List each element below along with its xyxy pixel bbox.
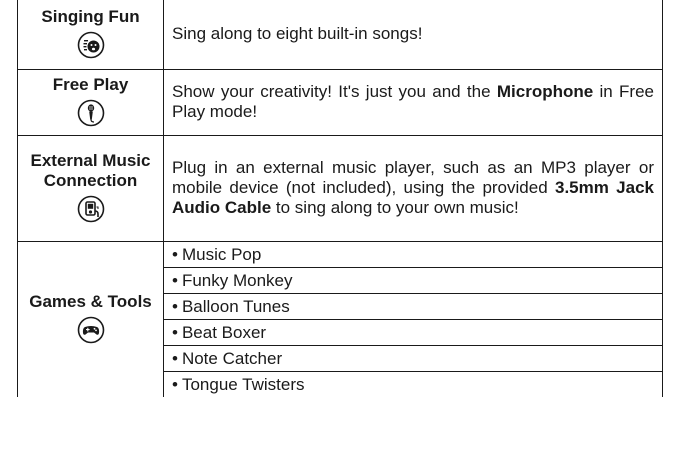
mode-description-cell: Sing along to eight built-in songs! (163, 0, 663, 70)
mode-title: Free Play (52, 75, 129, 94)
list-item-label: Funky Monkey (181, 270, 293, 290)
mode-label-cell: External Music Connection (17, 134, 164, 242)
list-item: • Funky Monkey (164, 268, 662, 294)
mode-description-cell: Show your creativity! It's just you and … (163, 68, 663, 136)
page: Singing Fun Sing along to eight built-in… (0, 0, 674, 462)
mode-title-line: Connection (43, 171, 138, 190)
table-row: Free Play Show your creativity! It's jus… (17, 68, 663, 136)
mode-description: Sing along to eight built-in songs! (172, 24, 423, 44)
bullet: • (172, 270, 178, 290)
description-text: Show your creativity! It's just you and … (172, 82, 497, 101)
microphone-icon (77, 99, 105, 127)
bullet: • (172, 296, 178, 316)
list-item: • Beat Boxer (164, 320, 662, 346)
bullet: • (172, 244, 178, 264)
mode-label-cell: Singing Fun (17, 0, 164, 70)
list-item: • Music Pop (164, 242, 662, 268)
list-item: • Note Catcher (164, 346, 662, 372)
games-list: • Music Pop • Funky Monkey • Balloon Tunes … (164, 242, 662, 397)
list-item-label: Balloon Tunes (181, 296, 290, 316)
music-player-icon (77, 195, 105, 223)
singing-fun-icon (77, 31, 105, 59)
gamepad-icon (77, 316, 105, 344)
bullet: • (172, 348, 178, 368)
list-item-label: Music Pop (181, 244, 262, 264)
list-item-label: Beat Boxer (181, 322, 267, 342)
description-emphasis: Microphone (496, 82, 594, 101)
mode-title: Games & Tools (29, 292, 152, 311)
bullet: • (172, 374, 178, 394)
list-item-label: Tongue Twisters (181, 374, 305, 394)
list-item-label: Note Catcher (181, 348, 283, 368)
table-row: Games & Tools •Music Pop •Funky Monkey (17, 240, 663, 397)
mode-label-cell: Games & Tools (17, 240, 164, 397)
mode-label-cell: Free Play (17, 68, 164, 136)
mode-title: Singing Fun (41, 7, 140, 27)
modes-table: Singing Fun Sing along to eight built-in… (17, 0, 663, 397)
list-item: • Balloon Tunes (164, 294, 662, 320)
table-row: Singing Fun Sing along to eight built-in… (17, 0, 663, 70)
bullet: • (172, 322, 178, 342)
mode-description-cell: Plug in an external music player, such a… (163, 134, 663, 242)
mode-title-line: External Music (30, 151, 151, 170)
mode-description: Plug in an external music player, such a… (172, 158, 654, 218)
games-list-cell: • Music Pop • Funky Monkey • Balloon Tunes … (163, 240, 663, 397)
list-item: • Tongue Twisters (164, 372, 662, 397)
table-row: External Music Connection Plug in an ext… (17, 134, 663, 242)
mode-description: Show your creativity! It's just you and … (172, 82, 654, 122)
description-text: to sing along to your own music! (271, 198, 519, 217)
